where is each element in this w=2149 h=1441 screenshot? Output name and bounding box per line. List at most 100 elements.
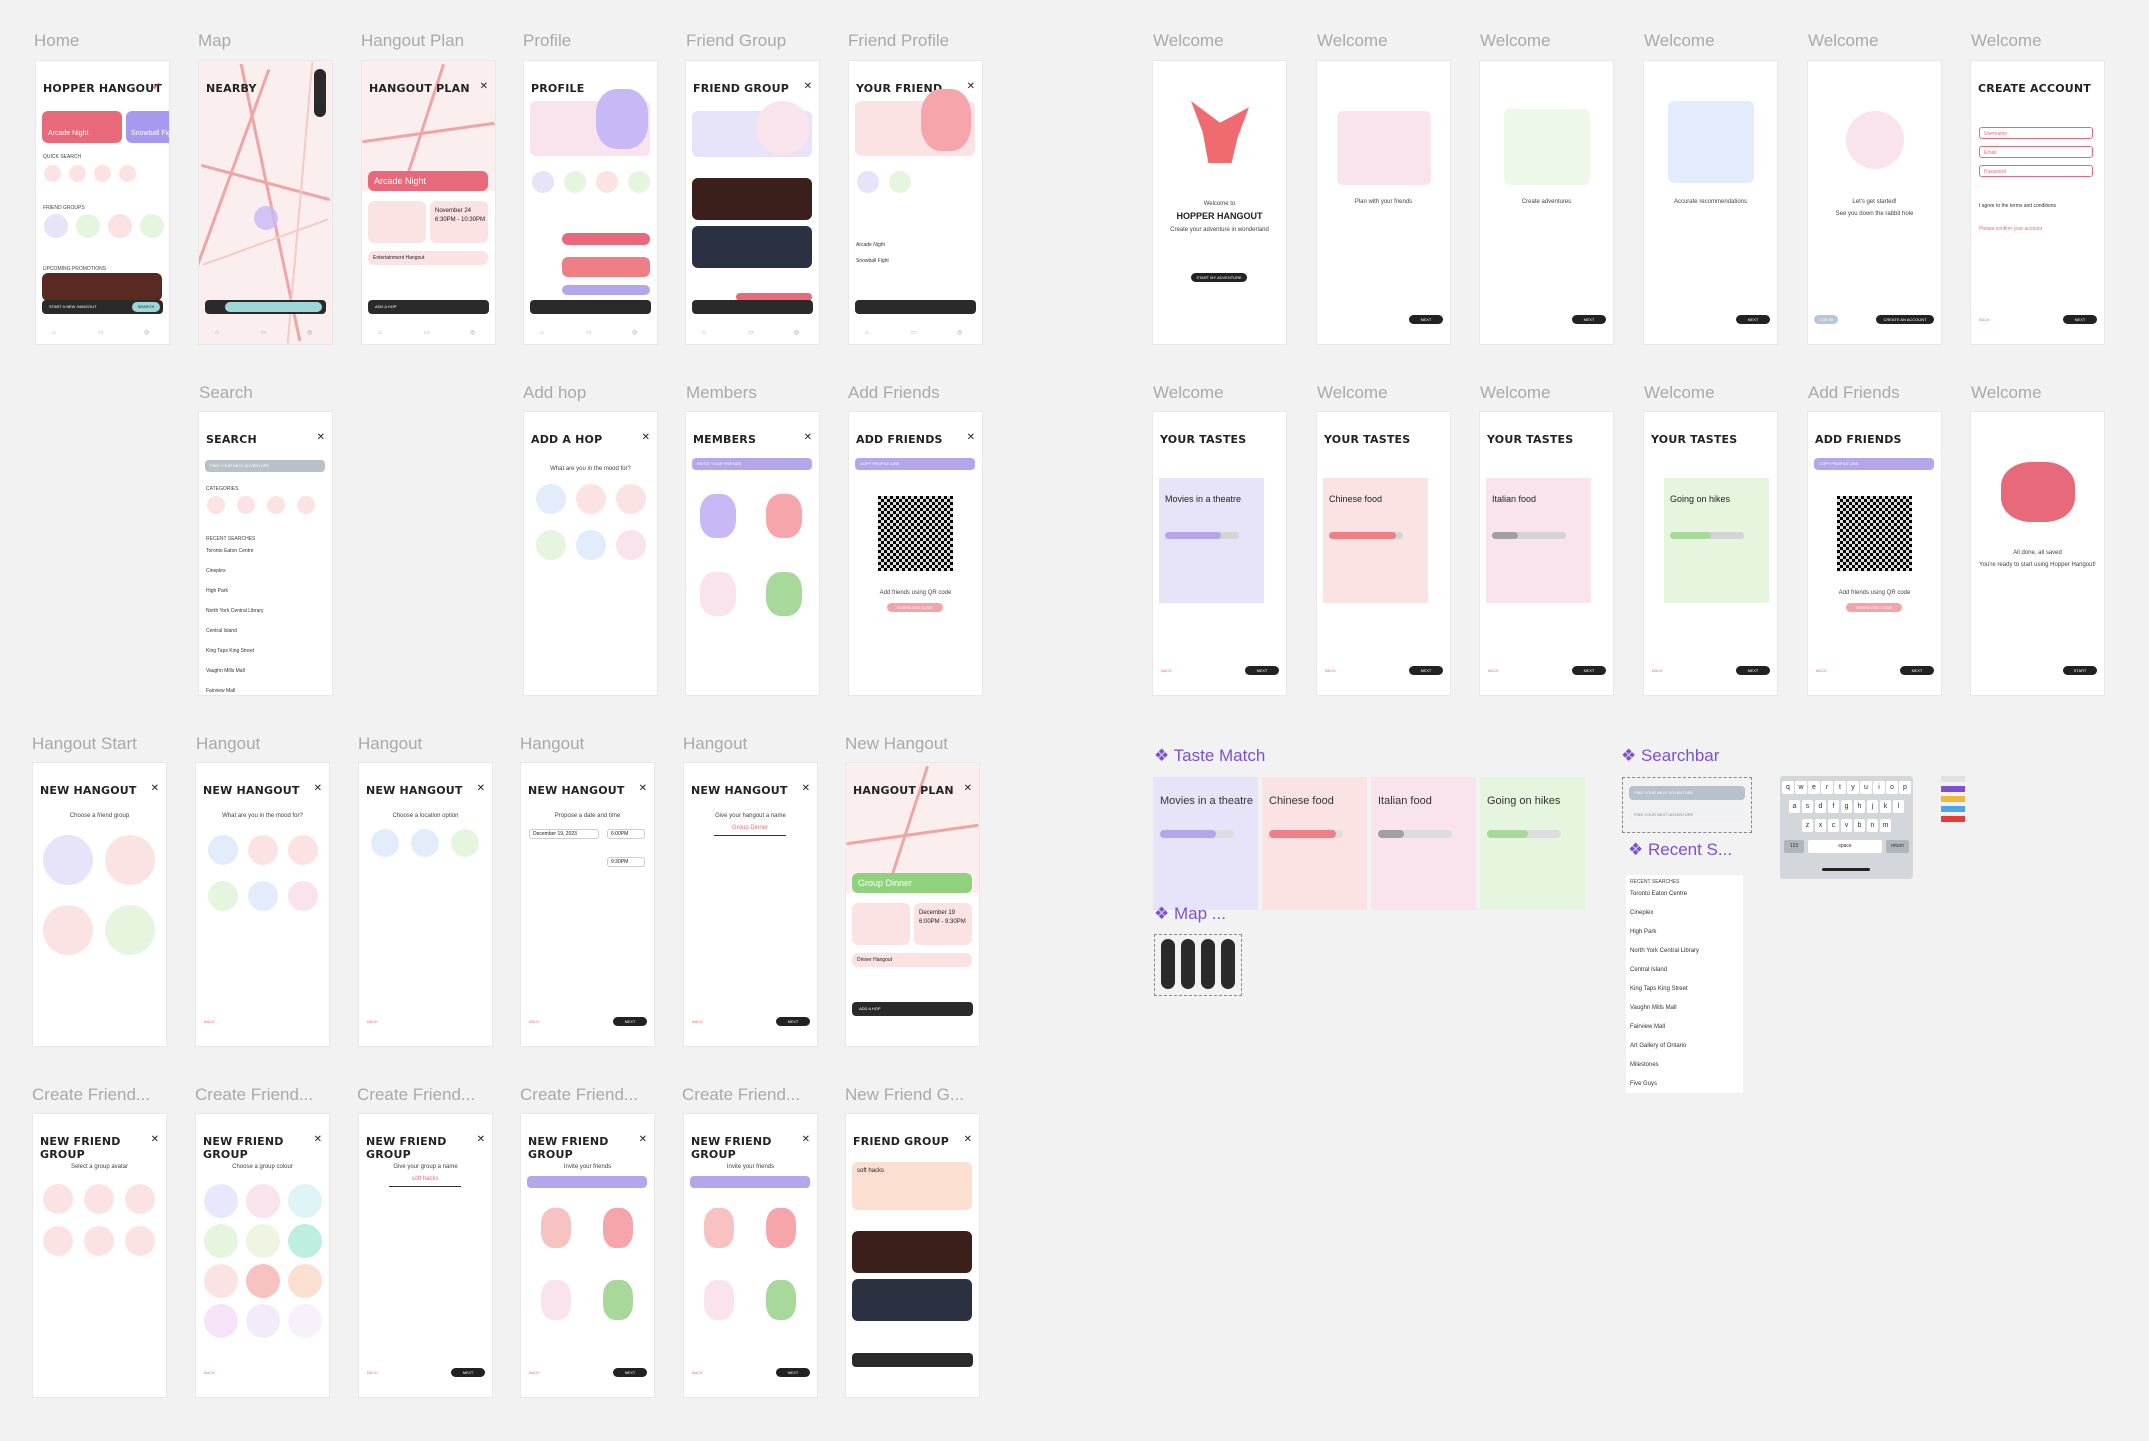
movie-icon[interactable] [69,165,86,182]
promotion-card[interactable] [42,273,162,301]
home-icon[interactable]: ⌂ [702,330,706,336]
group-name-input[interactable]: soft hacks [389,1176,461,1187]
back-button[interactable]: BACK [692,1017,716,1026]
colour-swatch[interactable] [288,1304,322,1338]
profile-icon[interactable]: ◎ [632,329,637,336]
colour-swatch[interactable] [246,1224,280,1258]
gallery-icon[interactable] [297,496,315,514]
recent-item[interactable]: Cineplex [206,568,225,574]
back-button[interactable]: BACK [1816,666,1840,675]
key-l[interactable]: l [1892,800,1905,813]
add-hop-button[interactable]: ADD A HOP [375,304,397,309]
recent-item[interactable]: Vaughn Mills Mall [1630,1005,1677,1011]
next-button[interactable]: NEXT [451,1368,485,1377]
event-card[interactable]: Arcade Night [368,171,488,191]
close-icon[interactable]: ✕ [151,783,159,794]
key-f[interactable]: f [1827,800,1840,813]
next-button[interactable]: NEXT [1736,666,1770,675]
group-avatar-option[interactable] [84,1226,114,1256]
member-avatar[interactable] [766,1208,796,1248]
key-d[interactable]: d [1814,800,1827,813]
key-s[interactable]: s [1801,800,1814,813]
map-icon[interactable]: ▭ [424,329,430,336]
colour-swatch[interactable] [246,1184,280,1218]
group-avatar[interactable] [564,171,586,193]
colour-swatch[interactable] [288,1224,322,1258]
close-icon[interactable]: ✕ [804,81,812,92]
key-c[interactable]: c [1827,819,1840,832]
email-field[interactable]: Email [1979,146,2093,158]
group-avatar[interactable] [628,171,650,193]
home-icon[interactable]: ⌂ [378,330,382,336]
back-button[interactable]: BACK [204,1017,228,1026]
event-card[interactable]: Group Dinner [852,873,972,893]
next-button[interactable]: NEXT [1900,666,1934,675]
close-icon[interactable]: ✕ [314,1134,322,1145]
close-icon[interactable]: ✕ [477,783,485,794]
map-icon[interactable]: ▭ [261,329,267,336]
group-avatar[interactable] [44,214,68,238]
exploration-icon[interactable] [536,530,566,560]
member-avatar[interactable] [700,494,736,538]
key-b[interactable]: b [1853,819,1866,832]
group-avatar-option[interactable] [84,1184,114,1214]
key-y[interactable]: y [1847,781,1859,794]
close-icon[interactable]: ✕ [802,1134,810,1145]
group-avatar[interactable] [596,171,618,193]
outdoors-icon[interactable] [576,530,606,560]
list-item[interactable]: Arcade Night [856,242,885,248]
member-avatar[interactable] [700,572,736,616]
key-p[interactable]: p [1899,781,1911,794]
password-field[interactable]: Password [1979,165,2093,177]
copy-link-input[interactable]: COPY PROFILE LINK [1814,458,1934,470]
key-m[interactable]: m [1879,819,1892,832]
copy-link-input[interactable]: COPY PROFILE LINK [855,458,975,470]
invite-input[interactable] [690,1176,810,1188]
key-v[interactable]: v [1840,819,1853,832]
dinner-icon[interactable] [576,484,606,514]
recent-item[interactable]: High Park [1630,929,1656,935]
map-icon[interactable]: ▭ [748,329,754,336]
next-button[interactable]: NEXT [2063,315,2097,324]
location-option[interactable] [451,829,479,857]
terms-checkbox[interactable]: I agree to the terms and conditions [1979,203,2056,209]
food-icon[interactable] [207,496,225,514]
location-option[interactable] [411,829,439,857]
map-controls[interactable] [1201,939,1215,989]
study-icon[interactable] [616,530,646,560]
map-controls[interactable] [314,69,326,117]
group-avatar[interactable] [76,214,100,238]
back-button[interactable]: BACK [692,1368,716,1377]
hangout-card[interactable]: Arcade Night [42,111,122,143]
home-icon[interactable]: ⌂ [215,330,219,336]
colour-swatch[interactable] [204,1264,238,1298]
back-button[interactable]: BACK [1979,315,2003,324]
key-a[interactable]: a [1788,800,1801,813]
group-avatar[interactable] [105,905,155,955]
close-icon[interactable]: ✕ [480,81,488,92]
profile-icon[interactable]: ◎ [470,329,475,336]
gallery-icon[interactable] [119,165,136,182]
member-avatar[interactable] [766,1280,796,1320]
start-time-field[interactable]: 6:00PM [607,829,645,839]
colour-swatch[interactable] [246,1304,280,1338]
next-button[interactable]: NEXT [1409,315,1443,324]
group-avatar[interactable] [43,905,93,955]
activity-card[interactable] [852,1231,972,1273]
next-button[interactable]: NEXT [613,1017,647,1026]
key-u[interactable]: u [1860,781,1872,794]
recent-item[interactable]: North York Central Library [1630,948,1699,954]
member-avatar[interactable] [603,1208,633,1248]
start-button[interactable]: START [2063,666,2097,675]
close-icon[interactable]: ✕ [639,783,647,794]
group-avatar[interactable] [108,214,132,238]
close-icon[interactable]: ✕ [477,1134,485,1145]
invite-input[interactable]: INVITE YOUR FRIENDS [692,458,812,470]
taste-card[interactable]: Going on hikes [1664,478,1769,603]
dinner-icon[interactable] [248,835,278,865]
map-icon[interactable]: ▭ [586,329,592,336]
username-field[interactable]: Username [1979,127,2093,139]
start-adventure-button[interactable]: START MY ADVENTURE [1191,273,1247,282]
date-field[interactable]: December 19, 2023 [529,829,599,839]
next-button[interactable]: NEXT [776,1017,810,1026]
